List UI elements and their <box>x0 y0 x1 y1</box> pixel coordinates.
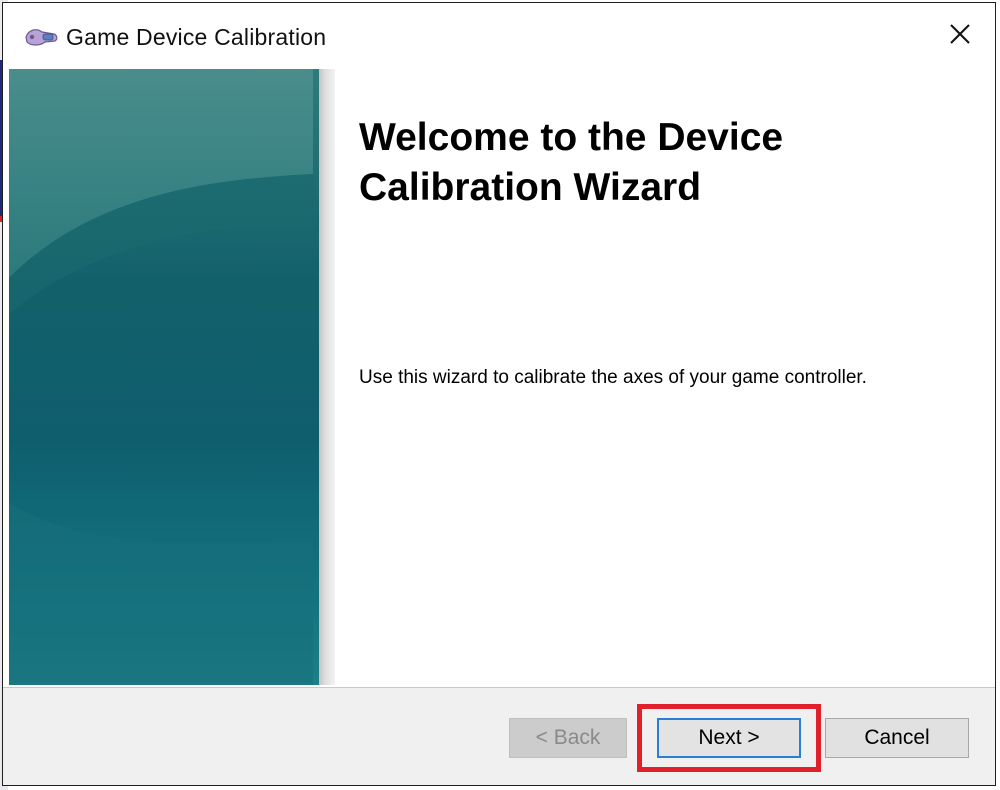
wizard-page: Welcome to the Device Calibration Wizard… <box>3 69 995 689</box>
page-title-line: Welcome to the Device <box>359 116 784 159</box>
close-icon <box>949 23 971 50</box>
page-title: Welcome to the Device Calibration Wizard <box>359 113 959 213</box>
wizard-description: Use this wizard to calibrate the axes of… <box>359 367 867 388</box>
close-button[interactable] <box>925 3 995 69</box>
page-title-line: Calibration Wizard <box>359 166 702 209</box>
cancel-button[interactable]: Cancel <box>825 718 969 758</box>
wizard-button-bar: < Back Next > Cancel <box>3 687 995 785</box>
back-button[interactable]: < Back <box>509 718 627 758</box>
game-controller-icon <box>23 25 59 49</box>
window-title: Game Device Calibration <box>66 24 327 50</box>
title-bar: Game Device Calibration <box>3 3 995 69</box>
next-button[interactable]: Next > <box>657 718 801 758</box>
banner-divider <box>319 69 335 685</box>
calibration-wizard-window: Game Device Calibration Welcome to the D… <box>2 2 996 786</box>
banner-swoosh-graphic <box>9 69 313 685</box>
wizard-side-banner <box>9 69 319 685</box>
